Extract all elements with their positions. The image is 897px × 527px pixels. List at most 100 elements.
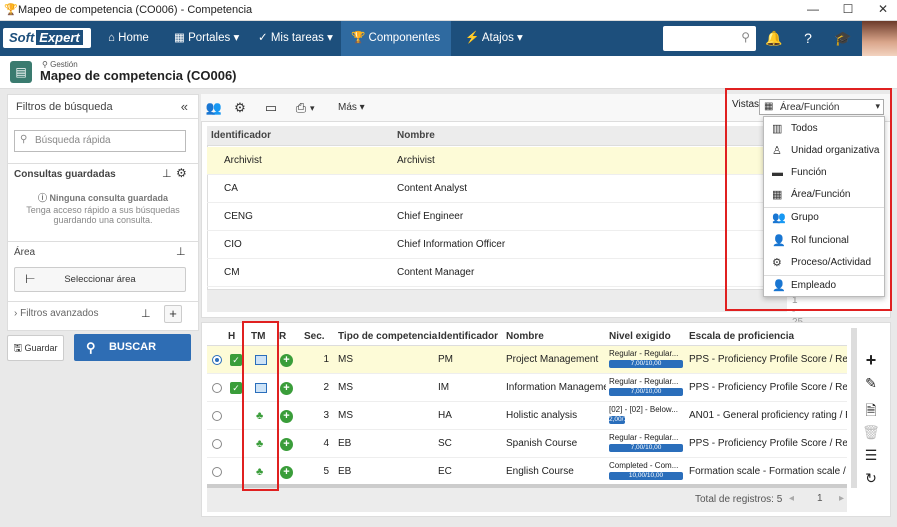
pin-icon[interactable]: ⊥ [176,245,186,258]
row-radio[interactable] [212,383,222,393]
hint-line1: Tenga acceso rápido a sus búsquedas [26,205,180,215]
hierarchy-icon: ⊢ [25,272,36,286]
add-icon[interactable]: + [280,438,293,451]
area-label: Área [14,247,36,258]
total-records: Total de registros: 5 [695,494,783,505]
avatar[interactable] [862,21,897,56]
nav-componentes[interactable]: 🏆 Componentes ▾ [341,21,451,79]
grid-competence-pager: Total de registros: 5 ◂ 1 ▸ [207,488,847,512]
next-page-button[interactable]: ▸ [839,493,844,504]
add-icon[interactable]: + [280,382,293,395]
table-row[interactable]: Archivist Archivist [207,147,787,175]
search-icon: ⚲ [20,134,28,145]
filter-sidebar: Filtros de búsqueda « ⚲ Búsqueda rápida Co… [7,94,199,331]
col-tipo[interactable]: Tipo de competencia [338,331,437,342]
page-title: Mapeo de competencia (CO006) [40,68,237,83]
col-r[interactable]: R [279,331,286,342]
table-row[interactable]: CENG Chief Engineer [207,203,787,231]
add-icon[interactable]: + [280,354,293,367]
save-button[interactable]: 🖫 Guardar [7,335,64,361]
page-number[interactable]: 1 [817,493,823,504]
col-escala[interactable]: Escala de proficiencia [689,331,794,342]
close-button[interactable]: ✕ [872,2,894,18]
search-icon: ⚲ [741,30,750,44]
select-area-button[interactable]: ⊢ Seleccionar área [14,267,186,292]
nav-atajos[interactable]: ⚡ Atajos ▾ [455,21,533,56]
col-h[interactable]: H [228,331,235,342]
trash-icon[interactable]: 🗑 [862,424,880,442]
table-row[interactable]: ♣ + 3 MS HA Holistic analysis [02] - [02… [207,402,847,430]
add-filter-button[interactable]: + [164,305,182,323]
table-row[interactable]: ✓ + 2 MS IM Information Management Regul… [207,374,847,402]
advanced-filters[interactable]: › Filtros avanzados [14,308,98,319]
row-radio[interactable] [212,355,222,365]
grid-views-pager: 1 - 25 [207,290,803,328]
add-icon[interactable]: + [280,410,293,423]
window-icon[interactable]: ▭ [262,100,280,116]
window-title: Mapeo de competencia (CO006) - Competenc… [18,4,253,16]
level-bar: 7,00/10,00 [609,444,683,452]
gear-icon[interactable]: ⚙ [176,166,187,180]
help-icon[interactable]: ? [798,28,818,48]
list-icon[interactable]: ☰ [862,447,880,465]
nav-mis-tareas[interactable]: ✓ Mis tareas ▾ [248,21,343,56]
level-bar: 7,00/10,00 [609,388,683,396]
trophy-icon: 🏆 [4,4,18,16]
chevron-down-icon[interactable]: ▾ [310,103,315,114]
table-row[interactable]: ♣ + 5 EB EC English Course Completed - C… [207,458,847,486]
level-bar: 10,00/10,00 [609,472,683,480]
col-nombre[interactable]: Nombre [397,130,435,141]
print-icon[interactable]: ⎙ [292,100,310,116]
check-icon: ✓ [230,382,242,394]
graduation-cap-icon[interactable]: 🎓 [833,28,853,48]
nav-home[interactable]: ⌂ Home [98,21,159,56]
level-bar: 2,00/10,00 [609,416,640,424]
maximize-button[interactable]: ☐ [837,2,859,18]
table-row[interactable]: ✓ + 1 MS PM Project Management Regular -… [207,346,847,374]
quick-search-input[interactable]: ⚲ Búsqueda rápida [14,130,186,152]
table-row[interactable]: CA Content Analyst [207,175,787,203]
title-bar: 🏆 Mapeo de competencia (CO006) - Compete… [0,0,897,21]
collapse-icon[interactable]: « [181,99,188,114]
vertical-scrollbar[interactable] [851,328,857,488]
nav-search-input[interactable]: ⚲ [663,26,756,51]
col-nivel[interactable]: Nivel exigido [609,331,671,342]
row-radio[interactable] [212,467,222,477]
person-settings-icon[interactable]: ⚙ [231,100,249,116]
competence-map-icon: ▤ [10,61,32,83]
document-icon[interactable]: 🗎 [862,400,880,418]
nav-portales[interactable]: ▦ Portales ▾ [164,21,249,56]
level-bar: 7,00/10,00 [609,360,683,368]
grid-views-header: Identificador Nombre [207,126,787,146]
grid-competence-header: H TM R Sec. Tipo de competencia Identifi… [207,328,847,346]
row-radio[interactable] [212,439,222,449]
search-button[interactable]: ⚲ BUSCAR [74,334,191,361]
check-icon: ✓ [230,354,242,366]
col-identificador[interactable]: Identificador [211,130,271,141]
table-row[interactable]: ♣ + 4 EB SC Spanish Course Regular - Reg… [207,430,847,458]
add-icon[interactable]: + [280,466,293,479]
bell-icon[interactable]: 🔔 [764,28,784,48]
more-menu[interactable]: Más ▾ [338,102,365,113]
highlight-tm-column [242,321,279,491]
pin-icon[interactable]: ⊥ [162,167,172,180]
col-nombre[interactable]: Nombre [506,331,544,342]
table-row[interactable]: CM Content Manager [207,259,787,287]
users-icon[interactable]: 👥 [205,100,223,116]
table-row[interactable]: CIO Chief Information Officer [207,231,787,259]
refresh-icon[interactable]: ↻ [862,470,880,488]
add-icon[interactable]: + [862,350,880,370]
row-radio[interactable] [212,411,222,421]
col-sec[interactable]: Sec. [304,331,325,342]
saved-queries-title: Consultas guardadas [14,169,116,180]
softexpert-logo[interactable]: Soft Expert [3,28,91,48]
search-icon: ⚲ [86,340,96,355]
pin-icon[interactable]: ⊥ [141,307,151,320]
hint-line2: guardando una consulta. [53,215,153,225]
highlight-views-box [725,88,892,311]
col-identificador[interactable]: Identificador [438,331,498,342]
prev-page-button[interactable]: ◂ [789,493,794,504]
minimize-button[interactable]: — [802,2,824,18]
sidebar-header: Filtros de búsqueda « [8,95,198,119]
edit-icon[interactable]: ✎ [862,375,880,393]
